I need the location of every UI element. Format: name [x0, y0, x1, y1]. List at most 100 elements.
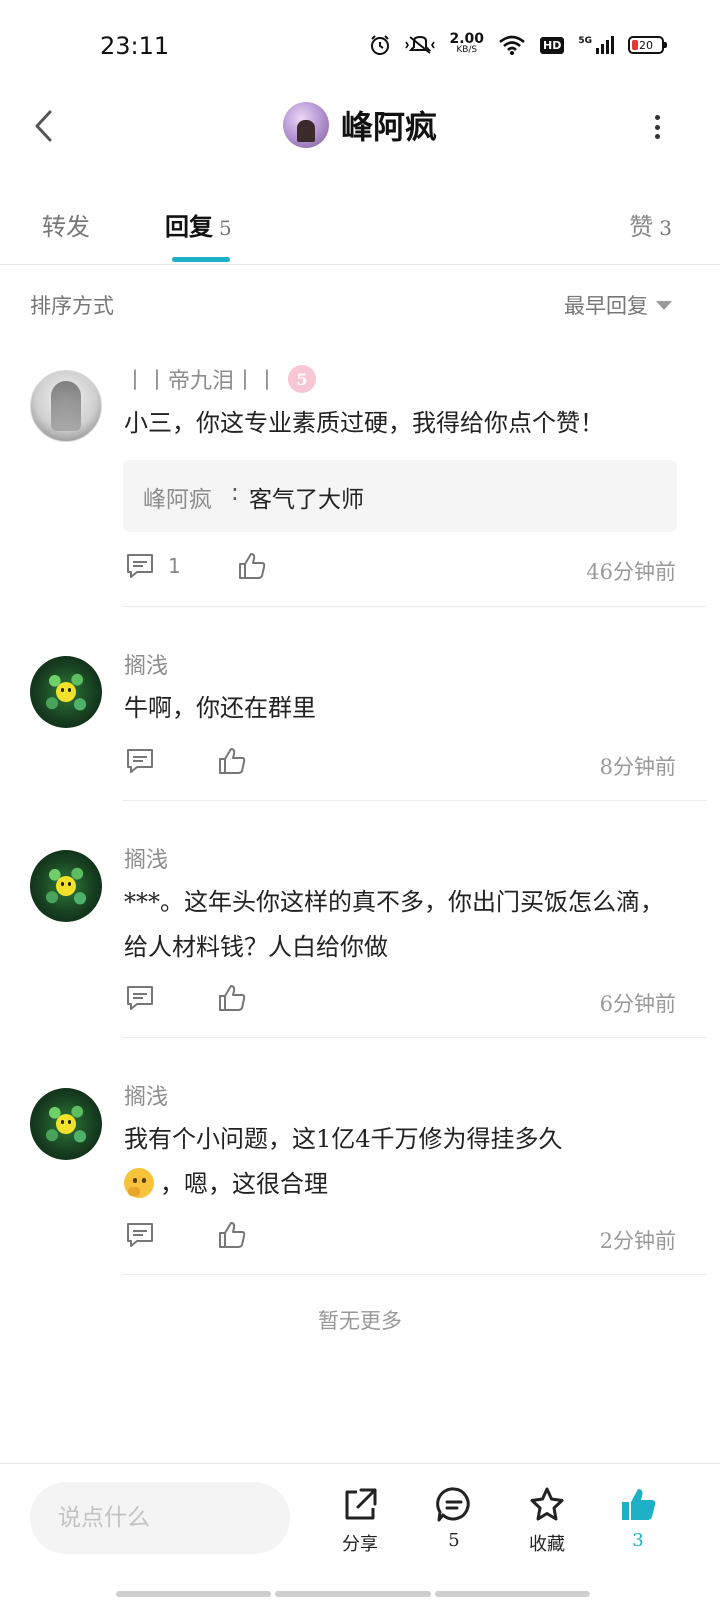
comment-icon	[127, 749, 153, 773]
reply-page: 23:11 2.00 KB/S HD 5G 20 峰阿疯 转发 回复 5 赞 3…	[0, 0, 720, 1600]
smiley-icon	[56, 1114, 76, 1134]
author-avatar[interactable]	[282, 102, 329, 148]
like-button[interactable]	[236, 550, 268, 582]
more-options-button[interactable]	[642, 112, 672, 142]
sort-selected: 最早回复	[564, 294, 648, 318]
like-button[interactable]	[216, 1219, 248, 1251]
status-bar: 23:11 2.00 KB/S HD 5G 20	[0, 0, 720, 90]
reply-count: 1	[168, 554, 181, 578]
top-app-bar: 峰阿疯	[0, 90, 720, 170]
share-button[interactable]: 分享	[325, 1486, 395, 1556]
share-icon	[345, 1488, 377, 1520]
like-count: 3	[632, 1530, 644, 1551]
signal-label: 5G	[578, 36, 592, 46]
net-speed: 2.00 KB/S	[449, 31, 484, 56]
like-button[interactable]	[216, 982, 248, 1014]
commenter-name[interactable]: 搁浅	[124, 1079, 168, 1111]
reply-button[interactable]: 1	[124, 550, 181, 582]
quoted-reply-author[interactable]: 峰阿疯	[143, 480, 212, 514]
tab-forward[interactable]: 转发	[42, 207, 90, 242]
page-title: 峰阿疯	[340, 108, 437, 146]
comment-divider	[122, 800, 706, 801]
comment-text-tail: ，嗯，这很合理	[160, 1170, 328, 1198]
tab-reply-count: 5	[219, 216, 232, 240]
sort-label: 排序方式	[30, 294, 114, 318]
quoted-reply-text: 客气了大师	[249, 487, 364, 513]
thumbs-up-icon	[239, 553, 266, 579]
commenter-name[interactable]: 丨丨帝九泪丨丨	[124, 363, 278, 395]
reply-button[interactable]	[124, 745, 156, 777]
comment-text: 牛啊，你还在群里	[124, 694, 316, 722]
comment-time: 8分钟前	[599, 755, 676, 779]
favorite-button[interactable]: 收藏	[512, 1486, 582, 1556]
comment-item: 搁浅 牛啊，你还在群里 8分钟前	[0, 640, 720, 810]
tab-reply[interactable]: 回复 5	[165, 207, 232, 242]
commenter-name[interactable]: 搁浅	[124, 842, 168, 874]
comment-input[interactable]	[30, 1482, 290, 1554]
level-badge: 5	[288, 365, 317, 393]
reply-button[interactable]	[124, 1219, 156, 1251]
comment-actions: 6分钟前	[124, 982, 676, 1022]
share-label: 分享	[342, 1534, 378, 1555]
comment-icon	[127, 986, 153, 1010]
commenter-avatar[interactable]	[30, 850, 102, 922]
comment-actions: 8分钟前	[124, 745, 676, 785]
sort-dropdown[interactable]: 最早回复	[564, 290, 672, 320]
quoted-reply[interactable]: 峰阿疯 : 客气了大师	[123, 460, 677, 532]
like-post-button[interactable]: 3	[603, 1486, 673, 1551]
commenter-name-row: 搁浅	[124, 1079, 168, 1111]
active-tab-indicator	[172, 257, 230, 262]
tab-reply-label: 回复	[165, 212, 213, 241]
thumbs-up-filled-icon	[622, 1489, 656, 1520]
commenter-name[interactable]: 搁浅	[124, 648, 168, 680]
comment-time: 2分钟前	[599, 1229, 676, 1253]
comment-text-line: ，嗯，这很合理	[124, 1162, 680, 1207]
smiley-icon	[56, 876, 76, 896]
sort-row: 排序方式 最早回复	[0, 282, 720, 326]
smiley-icon	[56, 682, 76, 702]
mute-vibrate-icon	[405, 35, 436, 54]
comments-button[interactable]: 5	[419, 1486, 489, 1551]
comment-divider	[122, 606, 706, 607]
commenter-name-row: 搁浅	[124, 842, 168, 874]
tab-bar: 转发 回复 5 赞3	[0, 195, 720, 265]
commenter-avatar[interactable]	[30, 370, 102, 442]
tab-like-count: 3	[659, 216, 672, 240]
comment-time: 6分钟前	[599, 992, 676, 1016]
comment-text: ***。这年头你这样的真不多，你出门买饭怎么滴，给人材料钱？人白给你做	[124, 888, 664, 961]
caret-down-icon	[656, 300, 672, 310]
status-time: 23:11	[100, 32, 170, 60]
comment-actions: 2分钟前	[124, 1219, 676, 1259]
comment-divider	[122, 1274, 706, 1275]
like-button[interactable]	[216, 745, 248, 777]
commenter-avatar[interactable]	[30, 656, 102, 728]
net-speed-unit: KB/S	[456, 45, 478, 55]
commenter-avatar[interactable]	[30, 1088, 102, 1160]
comment-text: 我有个小问题，这1亿4千万修为得挂多久 ，嗯，这很合理	[124, 1117, 680, 1207]
battery-level: 20	[639, 38, 653, 52]
hd-badge: HD	[540, 36, 565, 54]
status-icons: 2.00 KB/S HD 5G 20	[369, 31, 667, 56]
no-more-label: 暂无更多	[318, 1309, 402, 1333]
thumbs-up-icon	[219, 985, 246, 1011]
comment-actions: 1 46分钟前	[124, 550, 676, 590]
more-dot-icon	[654, 124, 660, 130]
comment-icon	[127, 554, 153, 578]
commenter-name-row: 搁浅	[124, 648, 168, 680]
star-icon	[530, 1487, 564, 1521]
tab-forward-label: 转发	[42, 213, 90, 241]
comment-item: 搁浅 ***。这年头你这样的真不多，你出门买饭怎么滴，给人材料钱？人白给你做 6…	[0, 834, 720, 1044]
comment-divider	[122, 1037, 706, 1038]
comment-text: 小三，你这专业素质过硬，我得给你点个赞！	[124, 409, 604, 437]
comment-count: 5	[448, 1530, 460, 1551]
reply-button[interactable]	[124, 982, 156, 1014]
bottom-action-bar: 分享 5 收藏 3	[0, 1463, 720, 1600]
tab-like[interactable]: 赞3	[629, 207, 672, 242]
thinking-face-icon	[124, 1168, 154, 1198]
quoted-reply-separator: :	[231, 480, 239, 506]
net-speed-value: 2.00	[449, 31, 484, 47]
comment-item: 丨丨帝九泪丨丨 5 小三，你这专业素质过硬，我得给你点个赞！ 峰阿疯 : 客气了…	[0, 360, 720, 610]
title-group: 峰阿疯	[0, 102, 720, 148]
thumbs-up-icon	[219, 748, 246, 774]
signal-icon: 5G	[578, 36, 614, 54]
